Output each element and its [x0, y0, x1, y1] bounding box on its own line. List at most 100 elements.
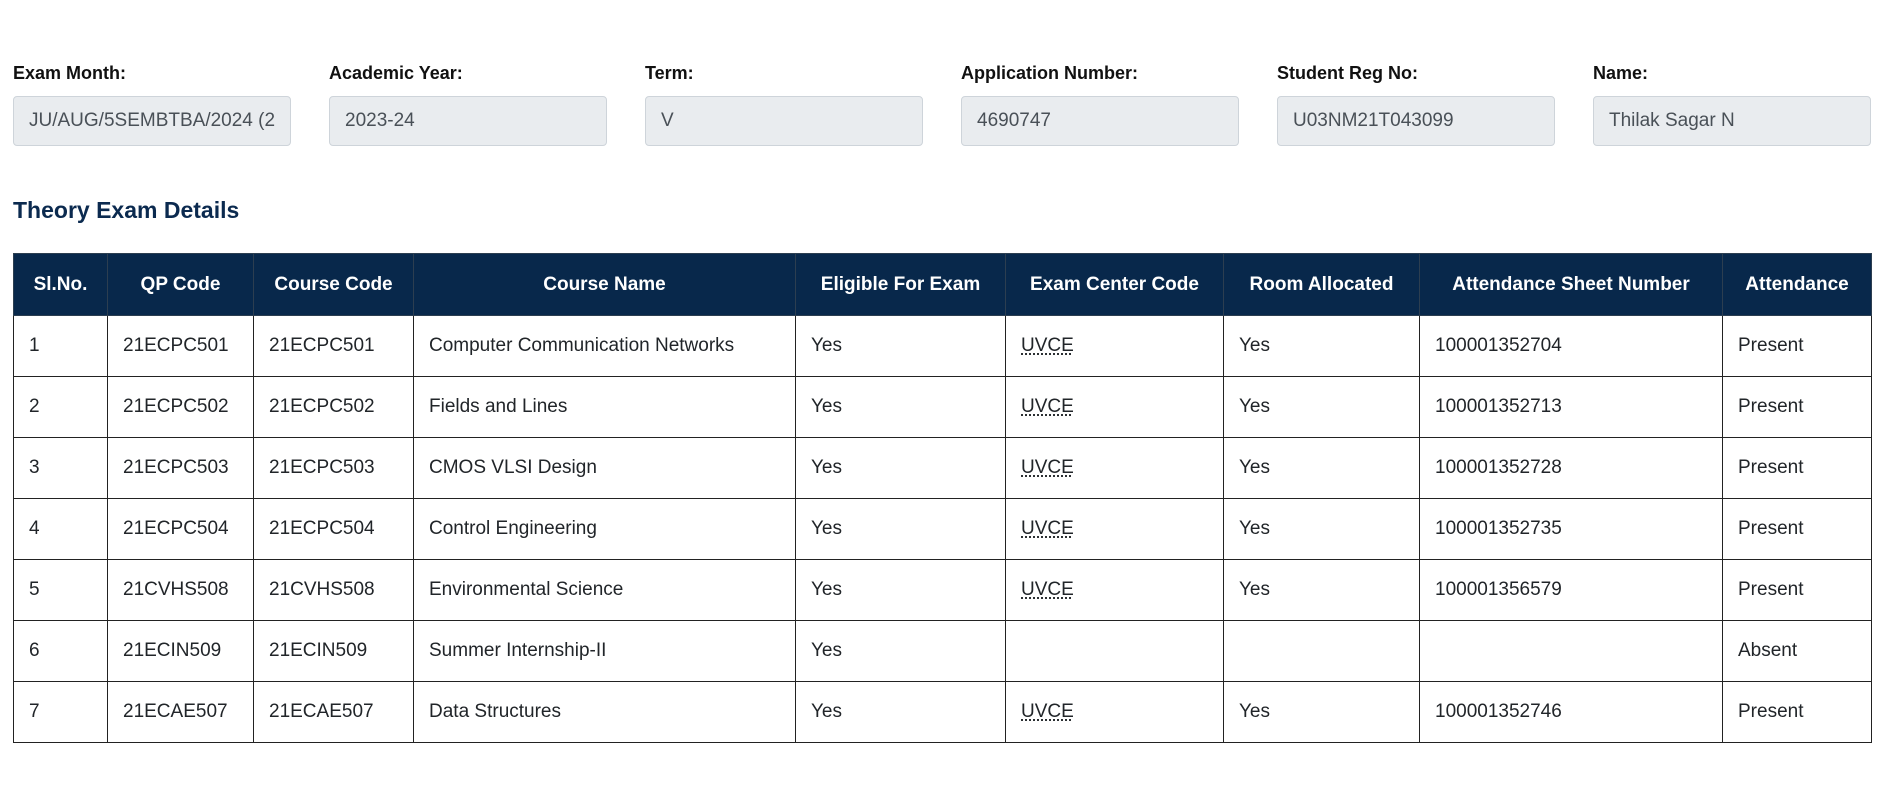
cell-sl-no: 2: [13, 376, 108, 438]
cell-qp-code: 21ECPC501: [107, 315, 254, 377]
student-info-fields: Exam Month: Academic Year: Term: Applica…: [13, 62, 1871, 146]
field-academic-year: Academic Year:: [329, 62, 607, 146]
col-header-attendance: Attendance: [1722, 253, 1872, 316]
exam-month-input[interactable]: [13, 96, 291, 146]
cell-exam-center-code: UVCE: [1005, 437, 1224, 499]
cell-sl-no: 3: [13, 437, 108, 499]
col-header-room-allocated: Room Allocated: [1223, 253, 1420, 316]
exam-center-abbr[interactable]: UVCE: [1021, 396, 1074, 417]
cell-room-allocated: Yes: [1223, 437, 1420, 499]
col-header-qp-code: QP Code: [107, 253, 254, 316]
cell-eligible: Yes: [795, 376, 1006, 438]
academic-year-label: Academic Year:: [329, 63, 463, 83]
cell-sl-no: 1: [13, 315, 108, 377]
cell-attendance: Absent: [1722, 620, 1872, 682]
term-input[interactable]: [645, 96, 923, 146]
cell-sl-no: 4: [13, 498, 108, 560]
cell-eligible: Yes: [795, 437, 1006, 499]
cell-attendance-sheet-number: 100001352735: [1419, 498, 1723, 560]
exam-center-abbr[interactable]: UVCE: [1021, 457, 1074, 478]
table-row: 1 21ECPC501 21ECPC501 Computer Communica…: [13, 315, 1872, 377]
table-header-row: Sl.No. QP Code Course Code Course Name E…: [13, 253, 1872, 316]
cell-eligible: Yes: [795, 681, 1006, 743]
term-label: Term:: [645, 63, 694, 83]
col-header-course-code: Course Code: [253, 253, 414, 316]
student-reg-no-label: Student Reg No:: [1277, 63, 1418, 83]
cell-room-allocated: Yes: [1223, 559, 1420, 621]
table-row: 2 21ECPC502 21ECPC502 Fields and Lines Y…: [13, 376, 1872, 438]
cell-room-allocated: Yes: [1223, 376, 1420, 438]
cell-room-allocated: Yes: [1223, 681, 1420, 743]
cell-course-code: 21ECAE507: [253, 681, 414, 743]
section-title: Theory Exam Details: [13, 197, 240, 223]
cell-eligible: Yes: [795, 315, 1006, 377]
cell-course-code: 21ECPC503: [253, 437, 414, 499]
exam-center-abbr[interactable]: UVCE: [1021, 335, 1074, 356]
cell-room-allocated: Yes: [1223, 315, 1420, 377]
student-reg-no-input[interactable]: [1277, 96, 1555, 146]
cell-course-code: 21CVHS508: [253, 559, 414, 621]
cell-attendance: Present: [1722, 437, 1872, 499]
cell-attendance: Present: [1722, 559, 1872, 621]
cell-attendance: Present: [1722, 376, 1872, 438]
cell-room-allocated: [1223, 620, 1420, 682]
cell-room-allocated: Yes: [1223, 498, 1420, 560]
col-header-eligible: Eligible For Exam: [795, 253, 1006, 316]
col-header-course-name: Course Name: [413, 253, 796, 316]
field-exam-month: Exam Month:: [13, 62, 291, 146]
table-row: 3 21ECPC503 21ECPC503 CMOS VLSI Design Y…: [13, 437, 1872, 499]
cell-attendance-sheet-number: 100001352746: [1419, 681, 1723, 743]
cell-attendance-sheet-number: 100001352704: [1419, 315, 1723, 377]
cell-attendance: Present: [1722, 498, 1872, 560]
table-row: 5 21CVHS508 21CVHS508 Environmental Scie…: [13, 559, 1872, 621]
cell-attendance-sheet-number: [1419, 620, 1723, 682]
application-number-input[interactable]: [961, 96, 1239, 146]
col-header-exam-center-code: Exam Center Code: [1005, 253, 1224, 316]
cell-qp-code: 21ECPC503: [107, 437, 254, 499]
cell-sl-no: 5: [13, 559, 108, 621]
cell-qp-code: 21ECPC502: [107, 376, 254, 438]
field-name: Name:: [1593, 62, 1871, 146]
cell-course-code: 21ECPC504: [253, 498, 414, 560]
cell-course-name: CMOS VLSI Design: [413, 437, 796, 499]
table-row: 6 21ECIN509 21ECIN509 Summer Internship-…: [13, 620, 1872, 682]
cell-course-name: Data Structures: [413, 681, 796, 743]
cell-course-name: Fields and Lines: [413, 376, 796, 438]
cell-course-name: Control Engineering: [413, 498, 796, 560]
cell-sl-no: 7: [13, 681, 108, 743]
col-header-attendance-sheet-number: Attendance Sheet Number: [1419, 253, 1723, 316]
cell-exam-center-code: UVCE: [1005, 315, 1224, 377]
cell-attendance-sheet-number: 100001352713: [1419, 376, 1723, 438]
cell-qp-code: 21ECPC504: [107, 498, 254, 560]
cell-exam-center-code: UVCE: [1005, 376, 1224, 438]
academic-year-input[interactable]: [329, 96, 607, 146]
name-input[interactable]: [1593, 96, 1871, 146]
exam-center-abbr[interactable]: UVCE: [1021, 701, 1074, 722]
cell-attendance-sheet-number: 100001356579: [1419, 559, 1723, 621]
field-application-number: Application Number:: [961, 62, 1239, 146]
cell-course-code: 21ECPC502: [253, 376, 414, 438]
field-student-reg-no: Student Reg No:: [1277, 62, 1555, 146]
exam-month-label: Exam Month:: [13, 63, 127, 83]
cell-qp-code: 21ECAE507: [107, 681, 254, 743]
cell-eligible: Yes: [795, 620, 1006, 682]
cell-attendance: Present: [1722, 315, 1872, 377]
table-row: 4 21ECPC504 21ECPC504 Control Engineerin…: [13, 498, 1872, 560]
cell-qp-code: 21ECIN509: [107, 620, 254, 682]
cell-attendance: Present: [1722, 681, 1872, 743]
name-label: Name:: [1593, 63, 1649, 83]
application-number-label: Application Number:: [961, 63, 1139, 83]
theory-exam-table: Sl.No. QP Code Course Code Course Name E…: [13, 253, 1872, 743]
cell-qp-code: 21CVHS508: [107, 559, 254, 621]
cell-course-name: Summer Internship-II: [413, 620, 796, 682]
cell-sl-no: 6: [13, 620, 108, 682]
cell-eligible: Yes: [795, 559, 1006, 621]
exam-center-abbr[interactable]: UVCE: [1021, 579, 1074, 600]
cell-course-code: 21ECPC501: [253, 315, 414, 377]
cell-course-name: Environmental Science: [413, 559, 796, 621]
exam-center-abbr[interactable]: UVCE: [1021, 518, 1074, 539]
cell-exam-center-code: UVCE: [1005, 681, 1224, 743]
field-term: Term:: [645, 62, 923, 146]
cell-exam-center-code: UVCE: [1005, 498, 1224, 560]
cell-exam-center-code: [1005, 620, 1224, 682]
